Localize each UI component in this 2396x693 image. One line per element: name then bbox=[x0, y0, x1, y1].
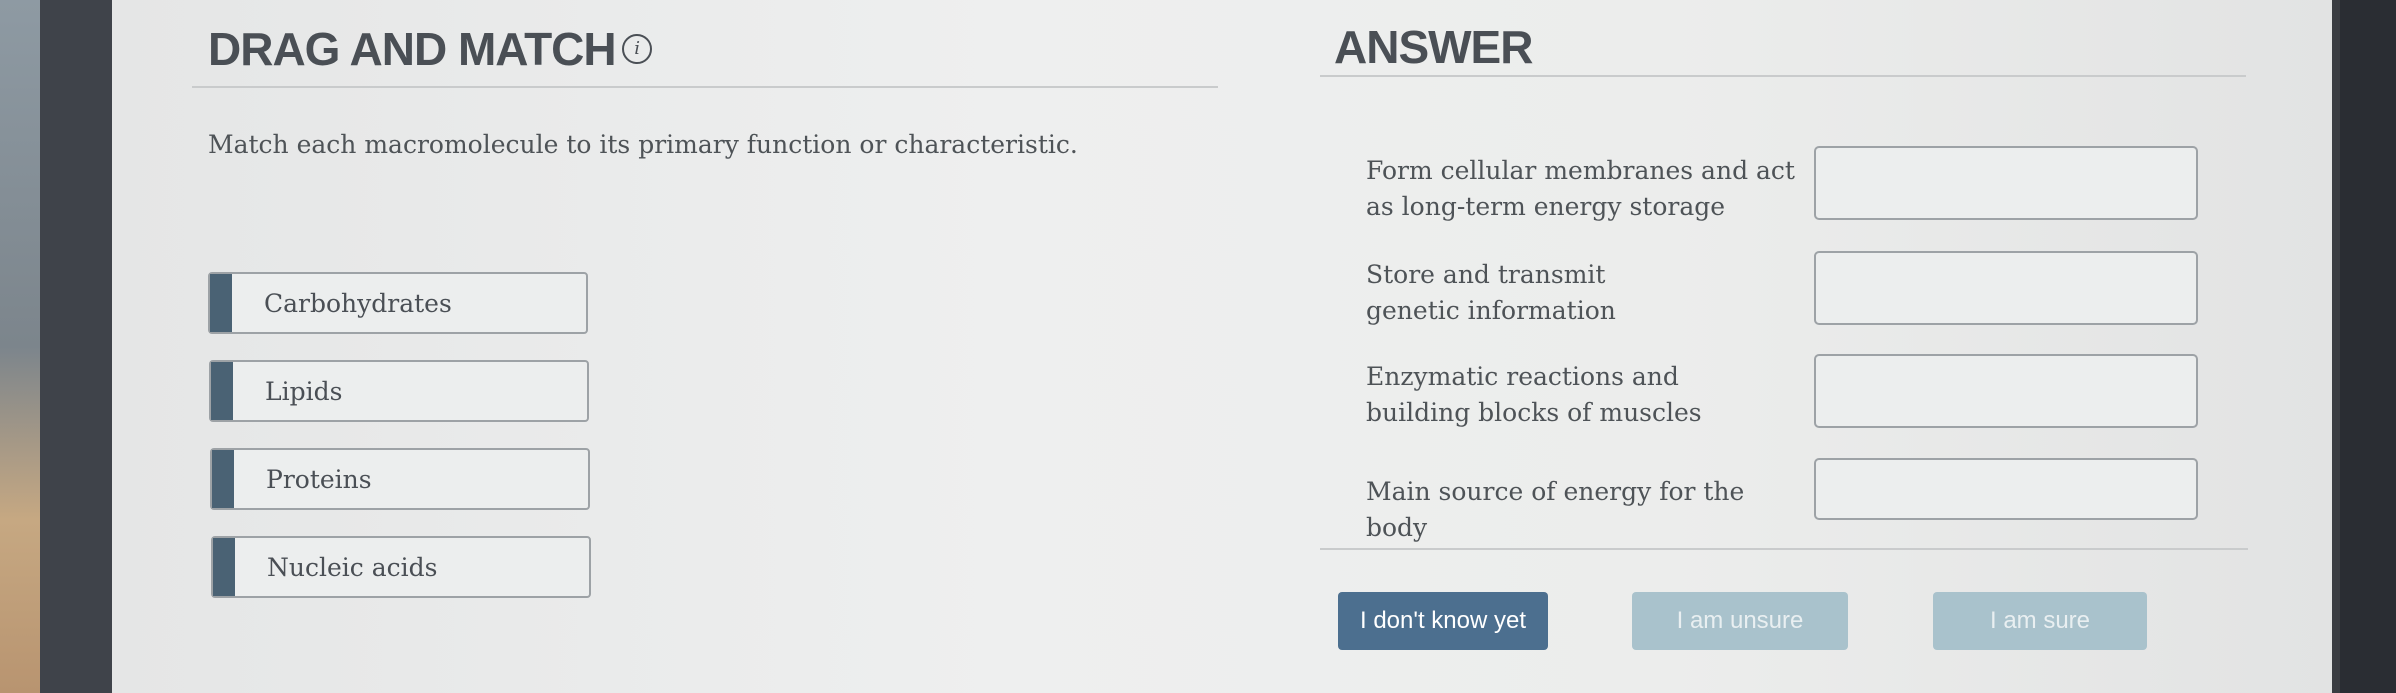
sure-button[interactable]: I am sure bbox=[1933, 592, 2147, 650]
instruction-text: Match each macromolecule to its primary … bbox=[208, 130, 1078, 159]
desk-background bbox=[0, 0, 40, 693]
monitor-bezel-left bbox=[40, 0, 112, 693]
choice-label: Proteins bbox=[266, 465, 372, 494]
drop-slot-3[interactable] bbox=[1814, 354, 2198, 428]
drop-slot-4[interactable] bbox=[1814, 458, 2198, 520]
drag-handle-bar[interactable] bbox=[211, 362, 233, 420]
prompt-text-3: Enzymatic reactions and building blocks … bbox=[1366, 362, 1702, 427]
choice-lipids[interactable]: Lipids bbox=[209, 360, 589, 422]
drag-match-title-text: DRAG AND MATCH bbox=[208, 23, 617, 75]
drag-handle-bar[interactable] bbox=[210, 274, 232, 332]
right-title-divider bbox=[1320, 75, 2246, 77]
answer-title: ANSWER bbox=[1334, 21, 1533, 73]
prompt-text-1: Form cellular membranes and act as long-… bbox=[1366, 156, 1795, 221]
drag-handle-bar[interactable] bbox=[212, 450, 234, 508]
answer-bottom-divider bbox=[1320, 548, 2248, 550]
prompt-text-2: Store and transmit genetic information bbox=[1366, 260, 1616, 325]
monitor-bezel-right bbox=[2340, 0, 2396, 693]
screen: DRAG AND MATCH i Match each macromolecule… bbox=[112, 0, 2332, 693]
prompt-text-4: Main source of energy for the body bbox=[1366, 477, 1745, 542]
left-title-divider bbox=[192, 86, 1218, 88]
unsure-button[interactable]: I am unsure bbox=[1632, 592, 1848, 650]
drag-handle-bar[interactable] bbox=[213, 538, 235, 596]
info-icon[interactable]: i bbox=[621, 33, 652, 64]
choice-proteins[interactable]: Proteins bbox=[210, 448, 590, 510]
choice-label: Lipids bbox=[265, 377, 343, 406]
choice-label: Nucleic acids bbox=[267, 553, 438, 582]
drag-match-title: DRAG AND MATCH i bbox=[208, 22, 652, 76]
drop-slot-2[interactable] bbox=[1814, 251, 2198, 325]
choice-nucleic-acids[interactable]: Nucleic acids bbox=[211, 536, 591, 598]
choice-label: Carbohydrates bbox=[264, 289, 452, 318]
dont-know-button[interactable]: I don't know yet bbox=[1338, 592, 1548, 650]
drop-slot-1[interactable] bbox=[1814, 146, 2198, 220]
choice-carbohydrates[interactable]: Carbohydrates bbox=[208, 272, 588, 334]
